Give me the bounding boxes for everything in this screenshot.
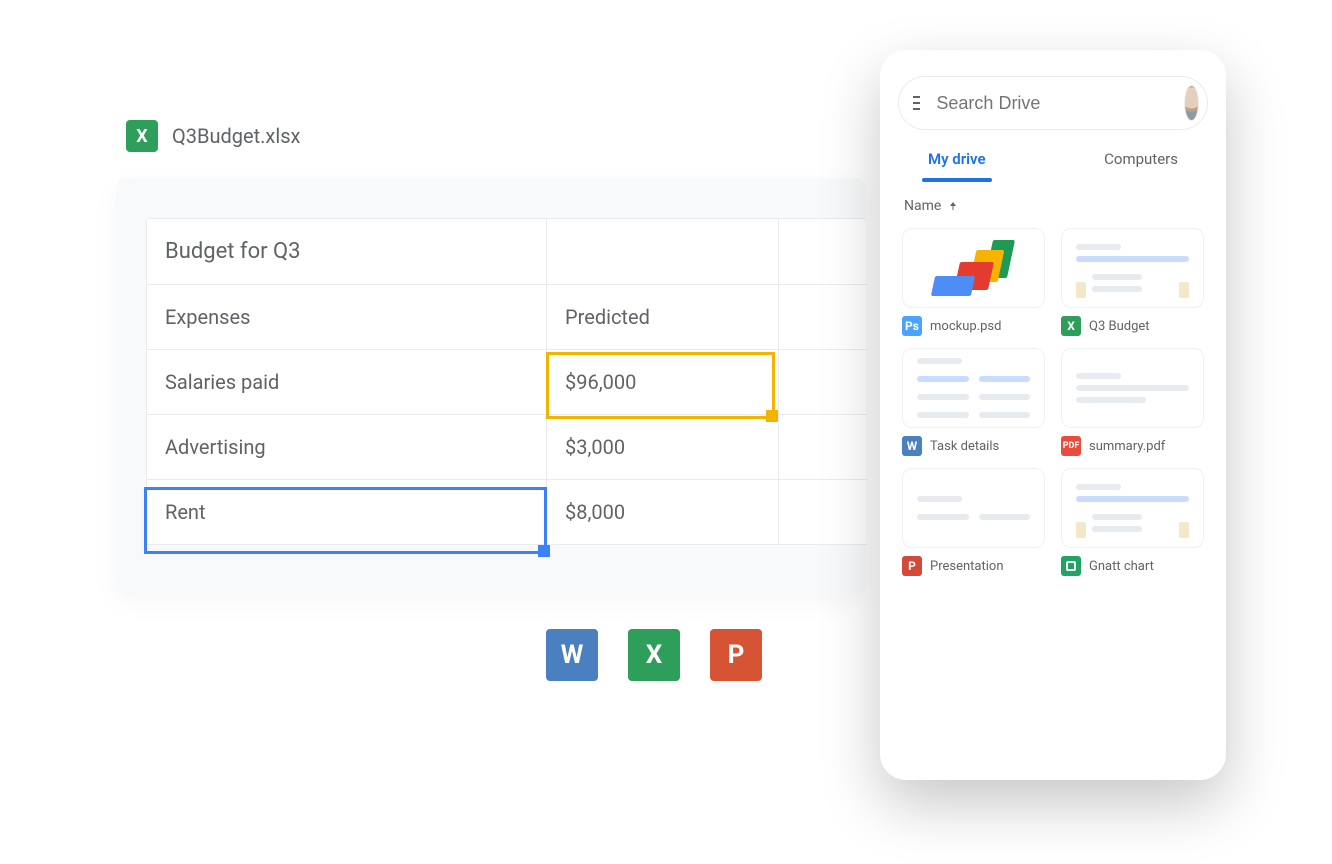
drive-mobile-panel: My drive Computers Name Ps mockup.psd <box>880 50 1226 780</box>
table-row: Salaries paid $96,000 <box>147 350 866 415</box>
file-thumb <box>902 228 1045 308</box>
file-card-task-details[interactable]: W Task details <box>902 348 1045 456</box>
file-label: Gnatt chart <box>1061 556 1204 576</box>
cell-a1[interactable]: Budget for Q3 <box>147 219 547 285</box>
cell-c5[interactable] <box>779 480 867 545</box>
pdf-icon: PDF <box>1061 436 1081 456</box>
word-icon: W <box>902 436 922 456</box>
file-thumb <box>902 468 1045 548</box>
google-sheets-icon <box>1061 556 1081 576</box>
file-label: Ps mockup.psd <box>902 316 1045 336</box>
cell-b5[interactable]: $8,000 <box>547 480 779 545</box>
cell-a4[interactable]: Advertising <box>147 415 547 480</box>
list-sort-header[interactable]: Name <box>898 180 1208 222</box>
cell-c4[interactable] <box>779 415 867 480</box>
powerpoint-icon: P <box>902 556 922 576</box>
menu-icon[interactable] <box>913 96 920 110</box>
powerpoint-icon[interactable]: P <box>710 629 762 681</box>
doc-thumb-icon <box>1076 238 1189 298</box>
file-name: Q3Budget.xlsx <box>172 124 300 148</box>
doc-thumb-icon <box>1076 367 1189 409</box>
sort-column-label: Name <box>904 198 941 214</box>
doc-thumb-icon <box>917 490 1030 526</box>
doc-thumb-icon <box>1076 478 1189 538</box>
file-label: X Q3 Budget <box>1061 316 1204 336</box>
excel-icon: X <box>126 120 158 152</box>
file-label: PDF summary.pdf <box>1061 436 1204 456</box>
doc-thumb-icon <box>917 352 1030 424</box>
cell-c2[interactable] <box>779 285 867 350</box>
tab-computers[interactable]: Computers <box>1104 144 1178 174</box>
file-thumb <box>1061 468 1204 548</box>
table-row: Expenses Predicted <box>147 285 866 350</box>
file-name: summary.pdf <box>1089 439 1165 454</box>
spreadsheet: Budget for Q3 Expenses Predicted Salarie… <box>146 218 866 545</box>
drive-grid: Ps mockup.psd X <box>898 222 1208 582</box>
avatar[interactable] <box>1184 85 1199 121</box>
file-card-q3-budget[interactable]: X Q3 Budget <box>1061 228 1204 336</box>
cell-a3[interactable]: Salaries paid <box>147 350 547 415</box>
file-name: Q3 Budget <box>1089 319 1150 334</box>
excel-icon[interactable]: X <box>628 629 680 681</box>
file-title-bar: X Q3Budget.xlsx <box>126 120 300 152</box>
file-card-mockup[interactable]: Ps mockup.psd <box>902 228 1045 336</box>
search-input[interactable] <box>934 92 1170 115</box>
file-thumb <box>1061 228 1204 308</box>
file-label: W Task details <box>902 436 1045 456</box>
cell-b4[interactable]: $3,000 <box>547 415 779 480</box>
file-label: P Presentation <box>902 556 1045 576</box>
word-icon[interactable]: W <box>546 629 598 681</box>
file-name: Presentation <box>930 559 1004 574</box>
file-card-gnatt-chart[interactable]: Gnatt chart <box>1061 468 1204 576</box>
photoshop-icon: Ps <box>902 316 922 336</box>
cell-a5[interactable]: Rent <box>147 480 547 545</box>
cell-a2[interactable]: Expenses <box>147 285 547 350</box>
cell-b1[interactable] <box>547 219 779 285</box>
app-icons-row: W X P <box>546 629 762 681</box>
tabs: My drive Computers <box>898 130 1208 180</box>
tab-my-drive[interactable]: My drive <box>928 144 986 174</box>
cell-b2[interactable]: Predicted <box>547 285 779 350</box>
search-bar <box>898 76 1208 130</box>
file-name: mockup.psd <box>930 319 1001 334</box>
arrow-up-icon <box>947 200 959 212</box>
file-name: Task details <box>930 439 999 454</box>
cell-c3[interactable] <box>779 350 867 415</box>
cell-b3[interactable]: $96,000 <box>547 350 779 415</box>
file-thumb <box>902 348 1045 428</box>
file-thumb <box>1061 348 1204 428</box>
table-row: Rent $8,000 <box>147 480 866 545</box>
file-name: Gnatt chart <box>1089 559 1154 574</box>
excel-icon: X <box>1061 316 1081 336</box>
blocks-thumb-icon <box>929 240 1019 296</box>
table-row: Advertising $3,000 <box>147 415 866 480</box>
table-row: Budget for Q3 <box>147 219 866 285</box>
file-card-presentation[interactable]: P Presentation <box>902 468 1045 576</box>
file-card-summary-pdf[interactable]: PDF summary.pdf <box>1061 348 1204 456</box>
cell-c1[interactable] <box>779 219 867 285</box>
